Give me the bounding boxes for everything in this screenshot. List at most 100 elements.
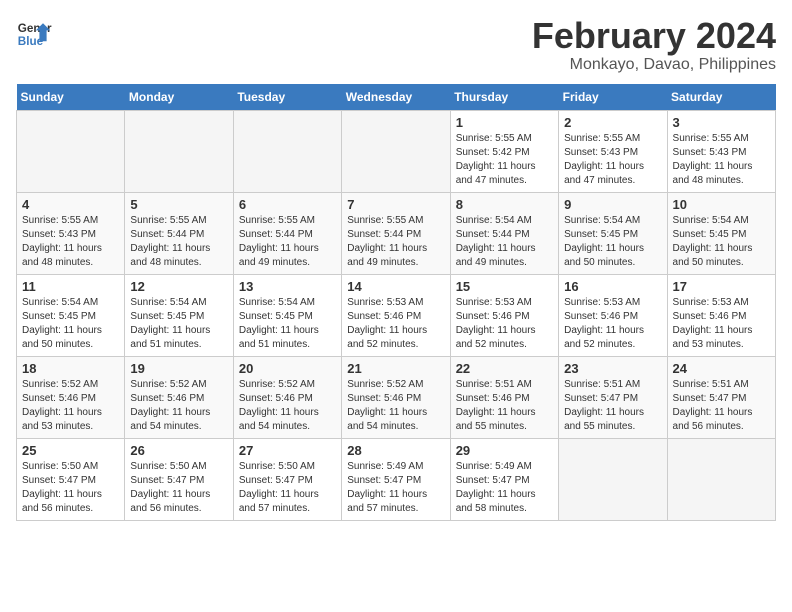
day-info: Sunrise: 5:52 AM Sunset: 5:46 PM Dayligh… [239,378,336,434]
day-info: Sunrise: 5:50 AM Sunset: 5:47 PM Dayligh… [22,460,119,516]
day-number: 12 [130,279,227,294]
calendar-cell: 27 Sunrise: 5:50 AM Sunset: 5:47 PM Dayli… [233,438,341,520]
calendar-cell [233,110,341,192]
calendar-cell: 25 Sunrise: 5:50 AM Sunset: 5:47 PM Dayli… [17,438,125,520]
calendar-cell: 5Sunrise: 5:55 AM Sunset: 5:44 PM Daylig… [125,192,233,274]
day-number: 21 [347,361,444,376]
calendar-cell: 3Sunrise: 5:55 AM Sunset: 5:43 PM Daylig… [667,110,775,192]
day-info: Sunrise: 5:55 AM Sunset: 5:44 PM Dayligh… [347,214,444,270]
calendar-cell: 8Sunrise: 5:54 AM Sunset: 5:44 PM Daylig… [450,192,558,274]
day-info: Sunrise: 5:54 AM Sunset: 5:45 PM Dayligh… [22,296,119,352]
day-info: Sunrise: 5:52 AM Sunset: 5:46 PM Dayligh… [130,378,227,434]
day-info: Sunrise: 5:55 AM Sunset: 5:43 PM Dayligh… [22,214,119,270]
weekday-header: Tuesday [233,84,341,111]
calendar-cell: 14 Sunrise: 5:53 AM Sunset: 5:46 PM Dayli… [342,274,450,356]
day-number: 27 [239,443,336,458]
weekday-header: Sunday [17,84,125,111]
day-number: 2 [564,115,661,130]
calendar-cell: 10 Sunrise: 5:54 AM Sunset: 5:45 PM Dayli… [667,192,775,274]
day-number: 24 [673,361,770,376]
calendar-cell: 6 Sunrise: 5:55 AM Sunset: 5:44 PM Daylig… [233,192,341,274]
day-info: Sunrise: 5:49 AM Sunset: 5:47 PM Dayligh… [456,460,553,516]
calendar-header-row: SundayMondayTuesdayWednesdayThursdayFrid… [17,84,776,111]
logo: General Blue [16,16,52,52]
weekday-header: Thursday [450,84,558,111]
calendar-week-row: 1Sunrise: 5:55 AM Sunset: 5:42 PM Daylig… [17,110,776,192]
day-info: Sunrise: 5:50 AM Sunset: 5:47 PM Dayligh… [239,460,336,516]
calendar-cell: 4 Sunrise: 5:55 AM Sunset: 5:43 PM Daylig… [17,192,125,274]
day-number: 11 [22,279,119,294]
calendar-cell: 7 Sunrise: 5:55 AM Sunset: 5:44 PM Daylig… [342,192,450,274]
calendar-cell [342,110,450,192]
day-number: 7 [347,197,444,212]
calendar-cell: 24 Sunrise: 5:51 AM Sunset: 5:47 PM Dayli… [667,356,775,438]
day-info: Sunrise: 5:53 AM Sunset: 5:46 PM Dayligh… [347,296,444,352]
weekday-header: Saturday [667,84,775,111]
day-number: 14 [347,279,444,294]
calendar-cell: 21 Sunrise: 5:52 AM Sunset: 5:46 PM Dayli… [342,356,450,438]
calendar-week-row: 11 Sunrise: 5:54 AM Sunset: 5:45 PM Dayli… [17,274,776,356]
day-number: 1 [456,115,553,130]
day-number: 28 [347,443,444,458]
calendar-cell: 19 Sunrise: 5:52 AM Sunset: 5:46 PM Dayli… [125,356,233,438]
day-number: 17 [673,279,770,294]
calendar-cell: 15 Sunrise: 5:53 AM Sunset: 5:46 PM Dayli… [450,274,558,356]
day-number: 22 [456,361,553,376]
day-number: 13 [239,279,336,294]
subtitle: Monkayo, Davao, Philippines [532,56,776,74]
weekday-header: Friday [559,84,667,111]
page-header: General Blue February 2024 Monkayo, Dava… [16,16,776,74]
day-info: Sunrise: 5:51 AM Sunset: 5:47 PM Dayligh… [564,378,661,434]
calendar-week-row: 25 Sunrise: 5:50 AM Sunset: 5:47 PM Dayli… [17,438,776,520]
day-info: Sunrise: 5:53 AM Sunset: 5:46 PM Dayligh… [456,296,553,352]
day-number: 10 [673,197,770,212]
day-number: 9 [564,197,661,212]
day-number: 25 [22,443,119,458]
day-number: 15 [456,279,553,294]
day-info: Sunrise: 5:55 AM Sunset: 5:43 PM Dayligh… [673,132,770,188]
main-title: February 2024 [532,16,776,56]
calendar-cell: 28 Sunrise: 5:49 AM Sunset: 5:47 PM Dayli… [342,438,450,520]
calendar-cell: 20 Sunrise: 5:52 AM Sunset: 5:46 PM Dayli… [233,356,341,438]
calendar-week-row: 18 Sunrise: 5:52 AM Sunset: 5:46 PM Dayli… [17,356,776,438]
calendar-cell [17,110,125,192]
day-number: 6 [239,197,336,212]
calendar-cell: 13 Sunrise: 5:54 AM Sunset: 5:45 PM Dayli… [233,274,341,356]
day-info: Sunrise: 5:53 AM Sunset: 5:46 PM Dayligh… [673,296,770,352]
day-info: Sunrise: 5:54 AM Sunset: 5:45 PM Dayligh… [673,214,770,270]
day-number: 20 [239,361,336,376]
calendar-cell: 18 Sunrise: 5:52 AM Sunset: 5:46 PM Dayli… [17,356,125,438]
day-number: 18 [22,361,119,376]
day-number: 8 [456,197,553,212]
day-info: Sunrise: 5:55 AM Sunset: 5:44 PM Dayligh… [239,214,336,270]
day-info: Sunrise: 5:53 AM Sunset: 5:46 PM Dayligh… [564,296,661,352]
day-number: 29 [456,443,553,458]
day-info: Sunrise: 5:49 AM Sunset: 5:47 PM Dayligh… [347,460,444,516]
calendar-cell: 23 Sunrise: 5:51 AM Sunset: 5:47 PM Dayli… [559,356,667,438]
day-info: Sunrise: 5:51 AM Sunset: 5:47 PM Dayligh… [673,378,770,434]
day-info: Sunrise: 5:54 AM Sunset: 5:45 PM Dayligh… [239,296,336,352]
calendar-cell: 1Sunrise: 5:55 AM Sunset: 5:42 PM Daylig… [450,110,558,192]
calendar-cell: 12 Sunrise: 5:54 AM Sunset: 5:45 PM Dayli… [125,274,233,356]
calendar-cell [559,438,667,520]
calendar-cell [667,438,775,520]
day-info: Sunrise: 5:54 AM Sunset: 5:45 PM Dayligh… [564,214,661,270]
day-number: 23 [564,361,661,376]
logo-icon: General Blue [16,16,52,52]
day-info: Sunrise: 5:52 AM Sunset: 5:46 PM Dayligh… [347,378,444,434]
calendar-cell: 17 Sunrise: 5:53 AM Sunset: 5:46 PM Dayli… [667,274,775,356]
calendar-cell: 9 Sunrise: 5:54 AM Sunset: 5:45 PM Daylig… [559,192,667,274]
day-info: Sunrise: 5:55 AM Sunset: 5:44 PM Dayligh… [130,214,227,270]
day-number: 4 [22,197,119,212]
calendar-cell: 11 Sunrise: 5:54 AM Sunset: 5:45 PM Dayli… [17,274,125,356]
day-info: Sunrise: 5:50 AM Sunset: 5:47 PM Dayligh… [130,460,227,516]
day-info: Sunrise: 5:55 AM Sunset: 5:43 PM Dayligh… [564,132,661,188]
calendar-table: SundayMondayTuesdayWednesdayThursdayFrid… [16,84,776,521]
calendar-cell: 2 Sunrise: 5:55 AM Sunset: 5:43 PM Daylig… [559,110,667,192]
day-number: 19 [130,361,227,376]
weekday-header: Monday [125,84,233,111]
day-info: Sunrise: 5:52 AM Sunset: 5:46 PM Dayligh… [22,378,119,434]
day-info: Sunrise: 5:54 AM Sunset: 5:45 PM Dayligh… [130,296,227,352]
calendar-cell: 29 Sunrise: 5:49 AM Sunset: 5:47 PM Dayli… [450,438,558,520]
calendar-week-row: 4 Sunrise: 5:55 AM Sunset: 5:43 PM Daylig… [17,192,776,274]
